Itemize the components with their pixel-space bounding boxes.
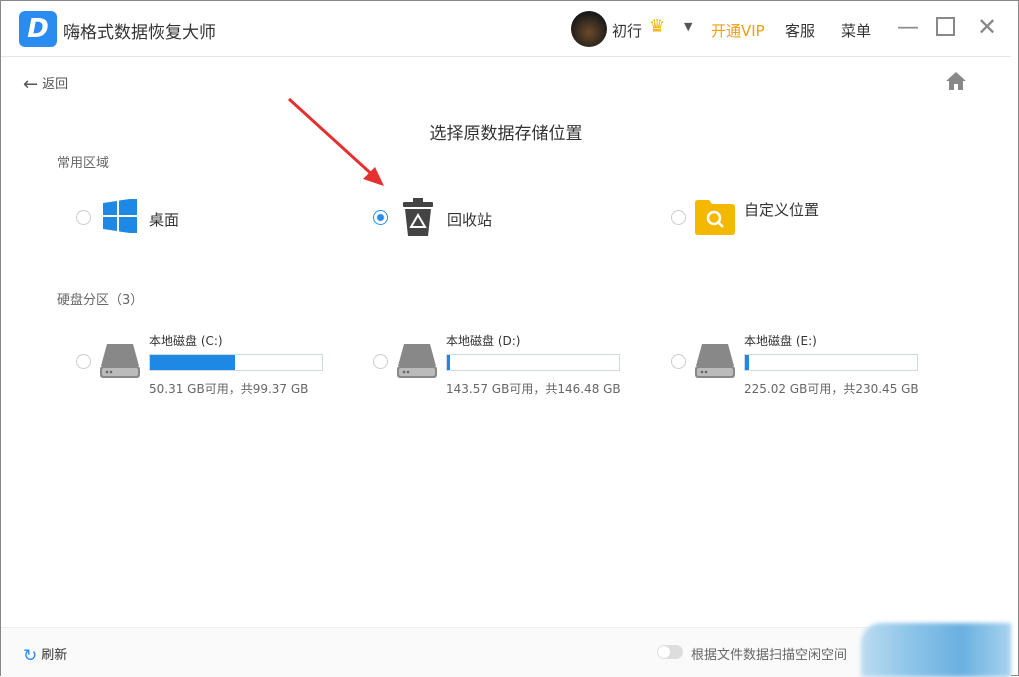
home-icon[interactable]	[945, 71, 967, 96]
disk-name: 本地磁盘 (D:)	[446, 334, 521, 348]
disk-radio[interactable]	[76, 354, 91, 369]
disk-radio[interactable]	[373, 354, 388, 369]
disk-info: 143.57 GB可用，共146.48 GB	[446, 382, 621, 396]
disk-info: 50.31 GB可用，共99.37 GB	[149, 382, 309, 396]
crown-icon: ♛	[649, 16, 666, 37]
disk-usage-bar	[744, 354, 918, 371]
hard-drive-icon	[695, 344, 735, 378]
recycle-bin-icon	[403, 198, 433, 236]
avatar[interactable]	[571, 11, 607, 47]
minimize-button[interactable]: —	[897, 15, 919, 40]
hard-drive-icon	[397, 344, 437, 378]
disk-usage-fill	[745, 355, 750, 370]
disk-info: 225.02 GB可用，共230.45 GB	[744, 382, 919, 396]
disk-usage-fill	[447, 355, 451, 370]
custom-label: 自定义位置	[744, 201, 820, 219]
menu-button[interactable]: 菜单	[841, 20, 871, 41]
app-title: 嗨格式数据恢复大师	[63, 23, 216, 43]
disk-usage-bar	[446, 354, 620, 371]
folder-search-icon	[695, 200, 735, 235]
blurred-overlay	[861, 623, 1011, 677]
disk-radio[interactable]	[671, 354, 686, 369]
user-name[interactable]: 初行	[612, 20, 642, 41]
app-logo: D	[19, 11, 57, 47]
disk-usage-fill	[150, 355, 235, 370]
disk-name: 本地磁盘 (C:)	[149, 334, 223, 348]
disk-name: 本地磁盘 (E:)	[744, 334, 817, 348]
disk-section-title: 硬盘分区（3）	[57, 293, 144, 308]
footer: ↻ 刷新 根据文件数据扫描空闲空间	[1, 627, 1011, 677]
recycle-bin-label: 回收站	[447, 211, 493, 229]
scan-free-space-toggle[interactable]	[657, 645, 683, 659]
desktop-radio[interactable]	[76, 210, 91, 225]
recycle-bin-radio[interactable]	[373, 210, 388, 225]
title-bar: D 嗨格式数据恢复大师 初行 ♛ ▼ 开通VIP 客服 菜单 — ✕	[1, 1, 1011, 57]
back-label: 返回	[42, 77, 69, 92]
arrow-left-icon: ←	[23, 74, 39, 95]
desktop-label: 桌面	[149, 211, 180, 229]
windows-icon	[103, 199, 137, 233]
vip-button[interactable]: 开通VIP	[711, 20, 765, 41]
custom-radio[interactable]	[671, 210, 686, 225]
refresh-label: 刷新	[41, 648, 68, 663]
back-button[interactable]: ← 返回	[23, 73, 68, 95]
page-title: 选择原数据存储位置	[429, 124, 583, 144]
chevron-down-icon[interactable]: ▼	[684, 20, 692, 33]
hard-drive-icon	[100, 344, 140, 378]
disk-usage-bar	[149, 354, 323, 371]
close-button[interactable]: ✕	[977, 13, 997, 41]
scan-free-space-label: 根据文件数据扫描空闲空间	[691, 648, 848, 663]
refresh-button[interactable]: ↻ 刷新	[23, 644, 67, 666]
common-section-title: 常用区域	[57, 156, 110, 171]
refresh-icon: ↻	[23, 646, 38, 666]
service-button[interactable]: 客服	[785, 20, 815, 41]
maximize-button[interactable]	[936, 17, 955, 36]
